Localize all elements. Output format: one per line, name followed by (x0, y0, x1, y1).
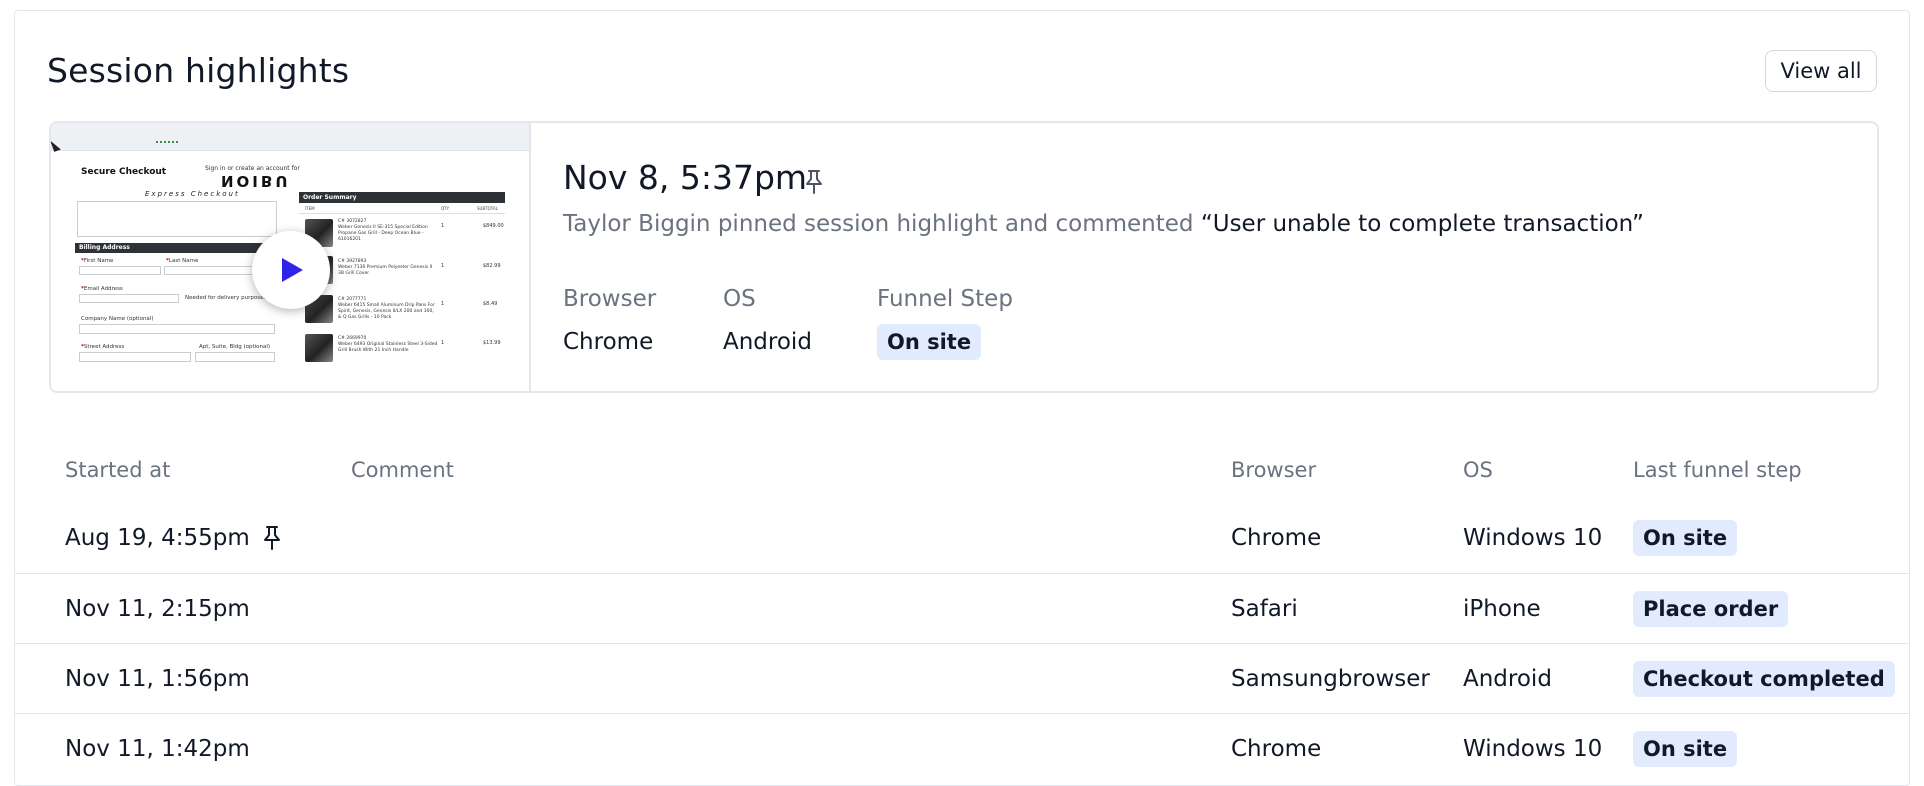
thumbnail-item-price: $849.00 (483, 223, 504, 229)
row-started-at: Aug 19, 4:55pm (65, 525, 250, 551)
thumbnail-express-checkout: Express Checkout (145, 190, 240, 198)
row-os: Windows 10 (1463, 736, 1603, 762)
thumbnail-apt-field (195, 352, 275, 362)
thumbnail-order-columns: ITEM QTY SUBTOTAL (299, 205, 505, 214)
thumbnail-delivery-note: Needed for delivery purposes (185, 295, 267, 301)
highlight-date: Nov 8, 5:37pm (563, 158, 808, 197)
thumbnail-item-price: $8.49 (483, 301, 498, 307)
row-funnel-badge: Place order (1633, 591, 1789, 627)
play-icon (282, 258, 303, 282)
thumbnail-email-label: *Email Address (81, 286, 123, 292)
card-title: Session highlights (47, 51, 350, 90)
featured-session-highlight[interactable]: Secure Checkout Sign in or create an acc… (49, 121, 1879, 393)
row-browser: Samsungbrowser (1231, 666, 1430, 692)
table-row[interactable]: Aug 19, 4:55pm Chrome Windows 10 On site (15, 503, 1909, 573)
highlight-action-text: Taylor Biggin pinned session highlight a… (563, 211, 1194, 237)
thumbnail-street-label: *Street Address (81, 344, 125, 350)
highlight-comment: “User unable to complete transaction” (1200, 211, 1644, 237)
thumbnail-browser-bar (51, 123, 529, 151)
row-funnel-badge: On site (1633, 520, 1738, 556)
session-highlights-card: Session highlights View all Secure Check… (14, 10, 1910, 786)
thumbnail-first-name-label: *First Name (81, 258, 114, 264)
thumbnail-street-field (79, 352, 191, 362)
thumbnail-company-label: Company Name (optional) (81, 316, 154, 322)
thumbnail-item-price: $82.99 (483, 263, 501, 269)
highlight-description: Taylor Biggin pinned session highlight a… (563, 211, 1644, 237)
row-started-at: Nov 11, 2:15pm (65, 596, 250, 622)
session-replay-thumbnail[interactable]: Secure Checkout Sign in or create an acc… (51, 123, 531, 391)
thumbnail-apt-label: Apt, Suite, Bldg (optional) (199, 344, 271, 350)
row-browser: Safari (1231, 596, 1298, 622)
meta-funnel-label: Funnel Step (877, 286, 1013, 312)
table-row[interactable]: Nov 11, 2:15pm Safari iPhone Place order (15, 573, 1909, 643)
thumbnail-last-name-label: *Last Name (166, 258, 199, 264)
row-browser: Chrome (1231, 736, 1322, 762)
thumbnail-order-summary: Order Summary (299, 192, 505, 203)
thumbnail-company-field (79, 324, 275, 334)
table-row[interactable]: Nov 11, 1:42pm Chrome Windows 10 On site (15, 713, 1909, 783)
thumbnail-sign-in-text: Sign in or create an account for (205, 165, 300, 172)
thumbnail-item-text: C# 2077771 Weber 6415 Small Aluminum Drip… (338, 297, 435, 320)
thumbnail-item-price: $13.99 (483, 340, 501, 346)
row-os: Windows 10 (1463, 525, 1603, 551)
thumbnail-logo: NOIBU (221, 172, 291, 190)
play-button[interactable] (252, 231, 330, 309)
pin-icon (264, 526, 280, 550)
column-header-comment[interactable]: Comment (351, 458, 454, 482)
column-header-last-funnel-step[interactable]: Last funnel step (1633, 458, 1802, 482)
row-os: Android (1463, 666, 1552, 692)
thumbnail-page-title: Secure Checkout (81, 167, 167, 177)
thumbnail-billing-section: Billing Address (75, 243, 275, 253)
row-started-at: Nov 11, 1:56pm (65, 666, 250, 692)
row-os: iPhone (1463, 596, 1541, 622)
thumbnail-express-box (77, 201, 277, 237)
meta-funnel-badge: On site (877, 324, 982, 360)
column-header-browser[interactable]: Browser (1231, 458, 1316, 482)
thumbnail-item-image (305, 334, 333, 362)
thumbnail-item-text: C# 2669970 Weber 6493 Original Stainless … (338, 336, 438, 353)
thumbnail-col-qty: QTY (441, 206, 450, 211)
thumbnail-item-text: C# 3927893 Weber 7130 Premium Polyester G… (338, 259, 433, 276)
thumbnail-first-name-field (79, 266, 161, 275)
pin-icon (806, 170, 822, 194)
thumbnail-item-qty: 1 (441, 223, 445, 229)
meta-browser-label: Browser (563, 286, 657, 312)
thumbnail-item-text: C# 3072827 Weber Genesis II SE-315 Specia… (338, 219, 428, 242)
row-funnel-badge: On site (1633, 731, 1738, 767)
column-header-started-at[interactable]: Started at (65, 458, 170, 482)
meta-os-label: OS (723, 286, 756, 312)
row-started-at: Nov 11, 1:42pm (65, 736, 250, 762)
meta-browser-value: Chrome (563, 329, 654, 355)
row-funnel-badge: Checkout completed (1633, 661, 1895, 697)
thumbnail-item-qty: 1 (441, 301, 445, 307)
table-row[interactable]: Nov 11, 1:56pm Samsungbrowser Android Ch… (15, 643, 1909, 713)
thumbnail-col-subtotal: SUBTOTAL (477, 206, 498, 211)
column-header-os[interactable]: OS (1463, 458, 1493, 482)
row-browser: Chrome (1231, 525, 1322, 551)
thumbnail-item-qty: 1 (441, 263, 445, 269)
thumbnail-email-field (79, 294, 179, 303)
thumbnail-loading-dots (156, 141, 178, 144)
meta-os-value: Android (723, 329, 812, 355)
thumbnail-col-item: ITEM (305, 206, 315, 211)
view-all-button[interactable]: View all (1765, 50, 1877, 92)
thumbnail-item-qty: 1 (441, 340, 445, 346)
